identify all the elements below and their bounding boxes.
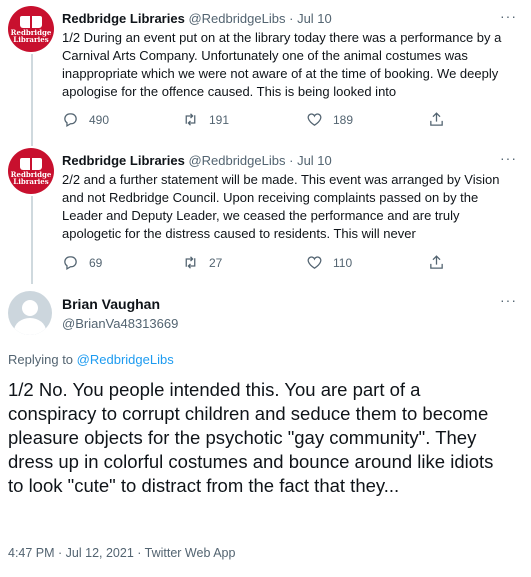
more-options-icon[interactable]: ··· xyxy=(500,8,517,24)
meta-separator: · xyxy=(289,153,294,168)
more-options-icon[interactable]: ··· xyxy=(500,292,517,308)
avatar-logo-text-2: Libraries xyxy=(13,34,49,44)
thread-line xyxy=(31,196,33,284)
reply-icon xyxy=(64,256,77,271)
user-handle[interactable]: @RedbridgeLibs xyxy=(188,11,285,26)
avatar[interactable]: Redbridge Libraries xyxy=(8,148,54,194)
meta-separator: · xyxy=(289,11,294,26)
tweet-header: Redbridge Libraries @RedbridgeLibs · Jul… xyxy=(62,10,517,27)
reply-button[interactable]: 490 xyxy=(62,111,109,128)
avatar-logo-text-2: Libraries xyxy=(13,176,49,186)
thread-line xyxy=(31,54,33,146)
like-count: 189 xyxy=(333,112,354,127)
like-count: 110 xyxy=(333,255,353,270)
tweet-date[interactable]: Jul 10 xyxy=(297,153,332,168)
display-name[interactable]: Redbridge Libraries xyxy=(62,11,185,26)
reply-count: 490 xyxy=(89,112,110,127)
retweet-icon xyxy=(185,256,196,269)
reply-button[interactable]: 69 xyxy=(62,254,102,271)
retweet-count: 191 xyxy=(209,112,230,127)
retweet-count: 27 xyxy=(209,255,223,270)
share-icon xyxy=(430,255,443,269)
retweet-button[interactable]: 191 xyxy=(182,111,229,128)
tweet-actions: 490 191 189 xyxy=(62,111,502,131)
default-avatar-body xyxy=(14,318,46,335)
main-tweet-text: 1/2 No. You people intended this. You ar… xyxy=(8,379,494,496)
heart-icon xyxy=(307,113,322,126)
heart-icon xyxy=(307,256,322,269)
tweet-thread: Redbridge Libraries Redbridge Libraries … xyxy=(0,0,531,577)
replying-to-label: Replying to xyxy=(8,352,74,367)
book-icon xyxy=(20,15,42,28)
tweet-date[interactable]: Jul 10 xyxy=(297,11,332,26)
tweet-timestamp[interactable]: 4:47 PM · Jul 12, 2021 · Twitter Web App xyxy=(8,546,235,560)
default-avatar-head xyxy=(22,300,38,316)
user-handle[interactable]: @BrianVa48313669 xyxy=(62,316,178,331)
display-name[interactable]: Brian Vaughan xyxy=(62,296,160,312)
tweet[interactable]: Redbridge Libraries @RedbridgeLibs · Jul… xyxy=(62,150,517,243)
replying-to-handle[interactable]: @RedbridgeLibs xyxy=(77,352,174,367)
avatar[interactable]: Redbridge Libraries xyxy=(8,6,54,52)
reply-icon xyxy=(64,113,77,128)
tweet-actions: 69 27 110 xyxy=(62,254,502,274)
avatar[interactable] xyxy=(8,291,52,335)
book-icon xyxy=(20,157,42,170)
tweet[interactable]: Redbridge Libraries @RedbridgeLibs · Jul… xyxy=(62,8,517,101)
user-handle[interactable]: @RedbridgeLibs xyxy=(188,153,285,168)
share-button[interactable] xyxy=(428,254,445,271)
reply-count: 69 xyxy=(89,255,103,270)
more-options-icon[interactable]: ··· xyxy=(500,150,517,166)
tweet-header: Redbridge Libraries @RedbridgeLibs · Jul… xyxy=(62,152,517,169)
like-button[interactable]: 110 xyxy=(306,254,352,271)
share-icon xyxy=(430,112,443,126)
tweet-text: 1/2 During an event put on at the librar… xyxy=(62,30,502,99)
retweet-button[interactable]: 27 xyxy=(182,254,222,271)
retweet-icon xyxy=(185,113,196,126)
share-button[interactable] xyxy=(428,111,445,128)
replying-to: Replying to @RedbridgeLibs xyxy=(8,352,174,367)
tweet-text: 2/2 and a further statement will be made… xyxy=(62,172,500,241)
display-name[interactable]: Redbridge Libraries xyxy=(62,153,185,168)
like-button[interactable]: 189 xyxy=(306,111,353,128)
